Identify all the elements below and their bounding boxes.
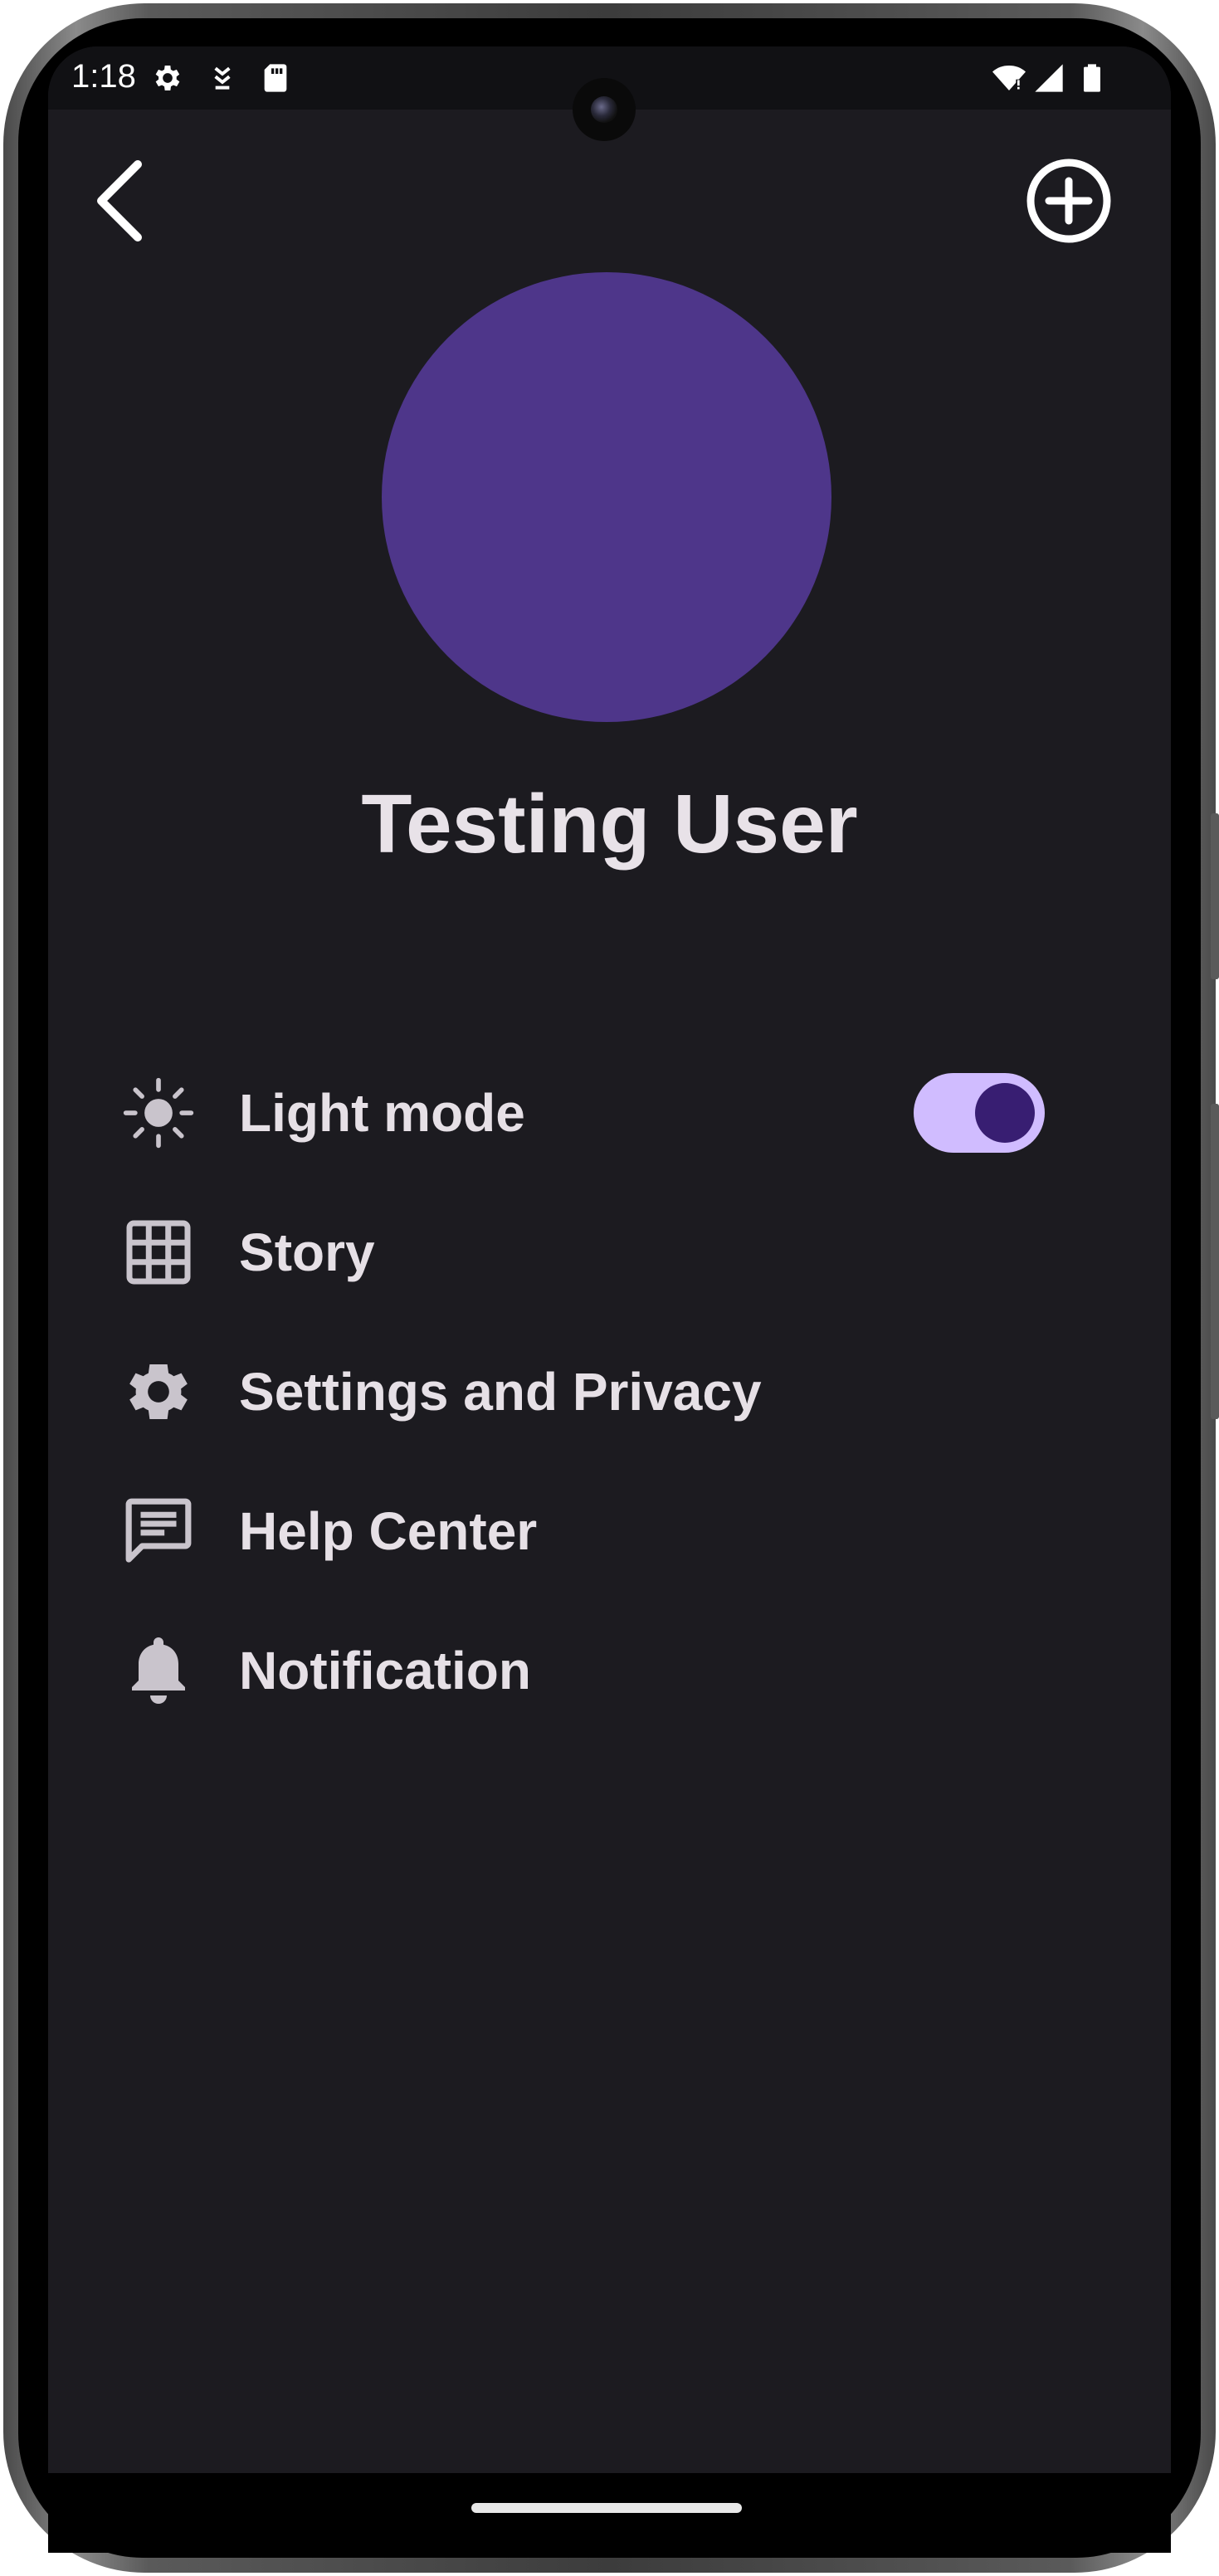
menu-item-help-center[interactable]: Help Center (121, 1477, 1100, 1585)
menu-item-story[interactable]: Story (121, 1198, 1100, 1306)
app-screen: 1:18 Testing User Light mode Story Setti… (48, 46, 1171, 2473)
toggle-knob (975, 1083, 1035, 1143)
volume-button (1211, 813, 1219, 979)
light-mode-toggle[interactable] (914, 1073, 1045, 1153)
menu-item-label: Notification (239, 1641, 531, 1700)
signal-icon (1035, 64, 1063, 92)
menu-item-label: Story (239, 1222, 375, 1282)
menu-item-label: Light mode (239, 1083, 525, 1143)
plus-circle-icon (1026, 159, 1111, 243)
add-button[interactable] (1019, 151, 1119, 251)
menu-item-label: Help Center (239, 1501, 538, 1561)
status-time: 1:18 (71, 58, 136, 95)
bell-icon (121, 1633, 196, 1708)
chevron-left-icon (97, 160, 142, 242)
profile-name: Testing User (361, 778, 858, 871)
wifi-icon (992, 66, 1026, 90)
battery-icon (1084, 64, 1100, 92)
gear-icon (155, 66, 180, 90)
sd-card-icon (264, 64, 287, 92)
sun-icon (121, 1076, 196, 1150)
download-icon (214, 66, 231, 90)
menu-item-settings-privacy[interactable]: Settings and Privacy (121, 1338, 1100, 1446)
chat-icon (121, 1494, 196, 1569)
home-indicator[interactable] (471, 2503, 742, 2513)
back-button[interactable] (71, 151, 171, 251)
menu-item-notification[interactable]: Notification (121, 1617, 1100, 1725)
gear-icon (121, 1354, 196, 1429)
avatar[interactable] (382, 272, 831, 722)
navigation-bar (48, 2473, 1171, 2553)
power-button (1211, 1104, 1219, 1419)
front-camera (573, 78, 636, 141)
grid-icon (121, 1215, 196, 1290)
phone-device: 1:18 Testing User Light mode Story Setti… (0, 0, 1219, 2576)
menu-item-label: Settings and Privacy (239, 1362, 762, 1422)
